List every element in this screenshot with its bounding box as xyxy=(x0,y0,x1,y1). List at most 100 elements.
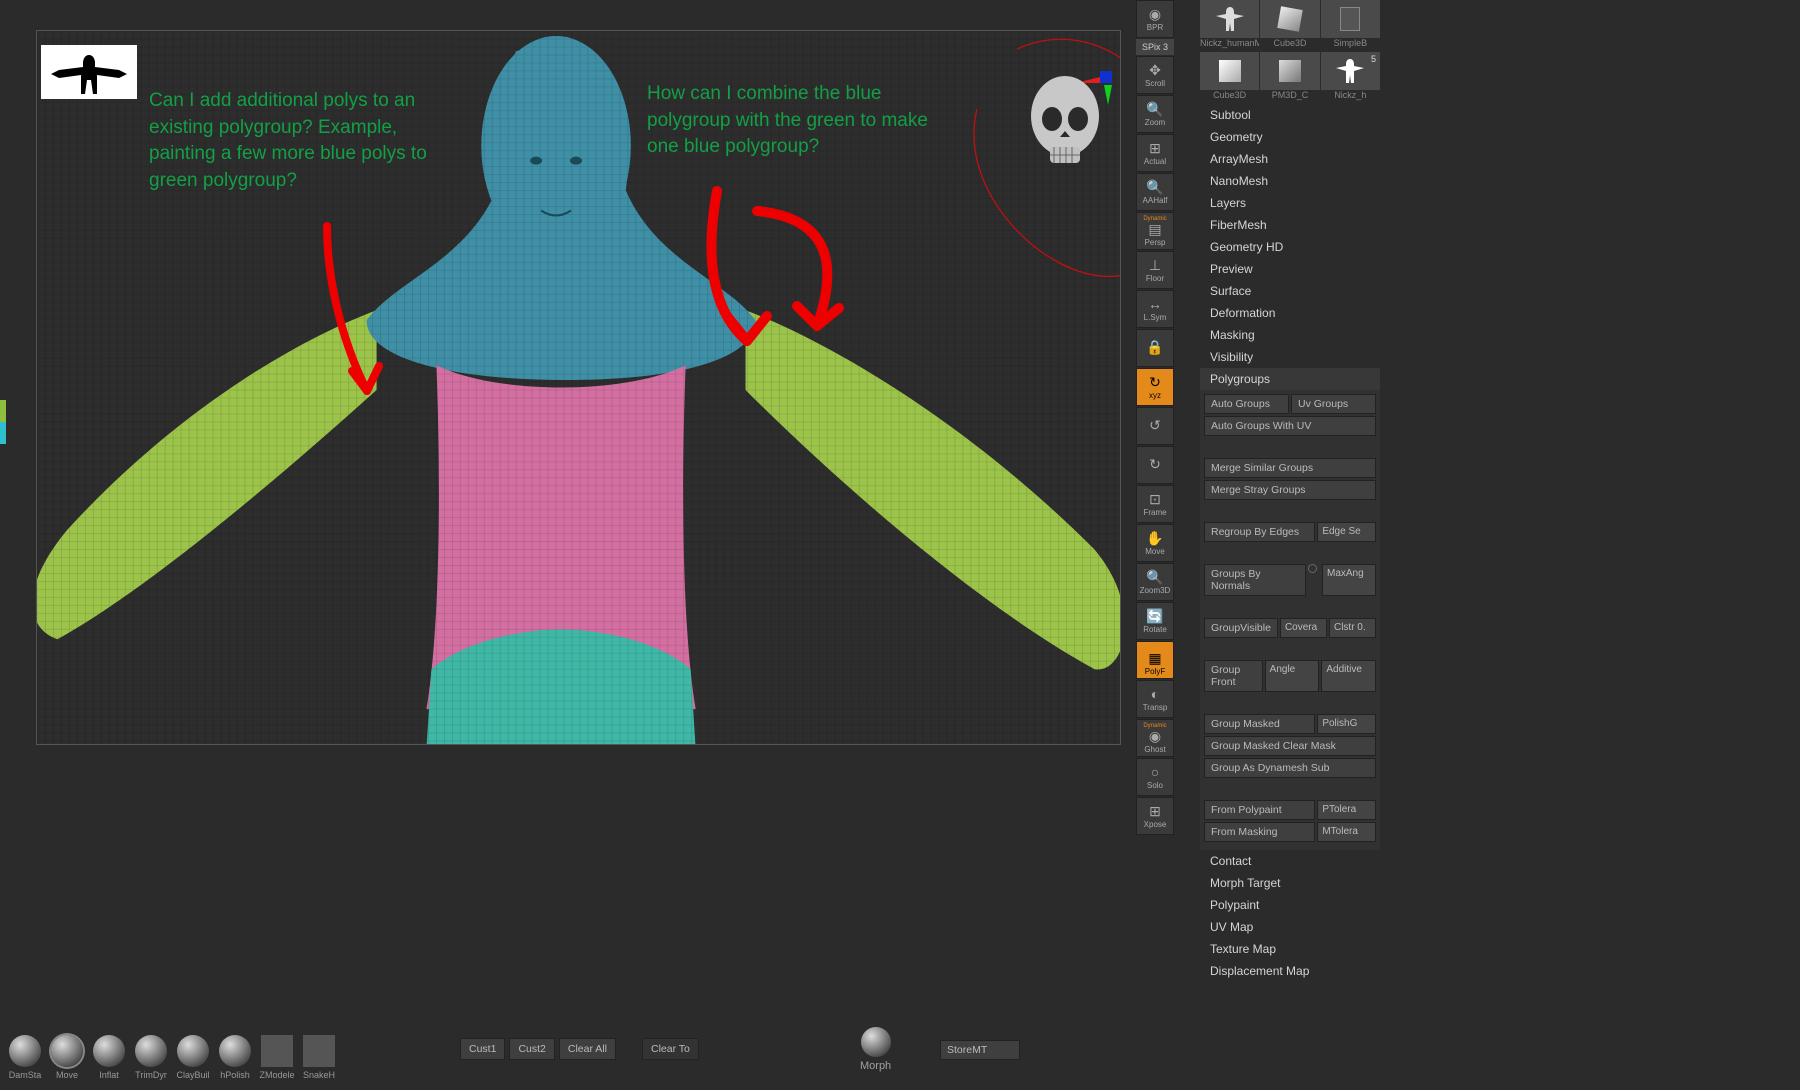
solo-button[interactable]: ○Solo xyxy=(1136,758,1174,796)
subtool-thumb[interactable] xyxy=(1200,0,1259,38)
brush-snakeh[interactable]: SnakeH xyxy=(300,1035,338,1080)
tool-icon: ⊞ xyxy=(1149,141,1161,155)
radio-icon[interactable] xyxy=(1308,564,1317,573)
coverage-slider[interactable]: Covera xyxy=(1280,618,1327,638)
regroup-edges-button[interactable]: Regroup By Edges xyxy=(1204,522,1315,542)
clear-all-button[interactable]: Clear All xyxy=(559,1038,616,1060)
brush-zmodele[interactable]: ZModele xyxy=(258,1035,296,1080)
l-sym-button[interactable]: ↔L.Sym xyxy=(1136,290,1174,328)
zoom-button[interactable]: 🔍Zoom xyxy=(1136,95,1174,133)
brush-claybuil[interactable]: ClayBuil xyxy=(174,1035,212,1080)
brush-inflat[interactable]: Inflat xyxy=(90,1035,128,1080)
section-fibermesh[interactable]: FiberMesh xyxy=(1200,214,1380,236)
section-deformation[interactable]: Deformation xyxy=(1200,302,1380,324)
edge-slider[interactable]: Edge Se xyxy=(1317,522,1376,542)
section-polygroups[interactable]: Polygroups xyxy=(1200,368,1380,390)
section-geometry[interactable]: Geometry xyxy=(1200,126,1380,148)
brush-icon xyxy=(261,1035,293,1067)
bpr-button[interactable]: ◉BPR xyxy=(1136,0,1174,38)
zoom3d-button[interactable]: 🔍Zoom3D xyxy=(1136,563,1174,601)
brush-icon xyxy=(9,1035,41,1067)
group-front-button[interactable]: Group Front xyxy=(1204,660,1263,692)
thumb-label: Cube3D xyxy=(1260,38,1319,52)
clear-to-button[interactable]: Clear To xyxy=(642,1038,699,1060)
section-surface[interactable]: Surface xyxy=(1200,280,1380,302)
cust1-button[interactable]: Cust1 xyxy=(460,1038,505,1060)
clstr-slider[interactable]: Clstr 0. xyxy=(1329,618,1376,638)
group-masked-button[interactable]: Group Masked xyxy=(1204,714,1315,734)
--button[interactable]: 🔒 xyxy=(1136,329,1174,367)
uv-groups-button[interactable]: Uv Groups xyxy=(1291,394,1376,414)
section-displacement-map[interactable]: Displacement Map xyxy=(1200,960,1380,982)
ptolera-slider[interactable]: PTolera xyxy=(1317,800,1376,820)
polyf-button[interactable]: Line Fill▦PolyF xyxy=(1136,641,1174,679)
section-layers[interactable]: Layers xyxy=(1200,192,1380,214)
morph-button[interactable]: Morph xyxy=(860,1027,891,1072)
section-subtool[interactable]: Subtool xyxy=(1200,104,1380,126)
auto-groups-button[interactable]: Auto Groups xyxy=(1204,394,1289,414)
brush-row: DamStaMoveInflatTrimDyrClayBuilhPolishZM… xyxy=(6,1020,338,1080)
tool-icon: ↻ xyxy=(1149,375,1161,389)
group-masked-clear-button[interactable]: Group Masked Clear Mask xyxy=(1204,736,1376,756)
tool-icon: ✋ xyxy=(1146,531,1163,545)
transp-button[interactable]: ◐Transp xyxy=(1136,680,1174,718)
thumb-label: Cube3D xyxy=(1200,90,1259,104)
store-mt-button[interactable]: StoreMT xyxy=(940,1040,1020,1060)
cust2-button[interactable]: Cust2 xyxy=(509,1038,554,1060)
section-arraymesh[interactable]: ArrayMesh xyxy=(1200,148,1380,170)
brush-hpolish[interactable]: hPolish xyxy=(216,1035,254,1080)
subtool-thumb[interactable] xyxy=(1260,0,1319,38)
rotate-button[interactable]: 🔄Rotate xyxy=(1136,602,1174,640)
brush-trimdyr[interactable]: TrimDyr xyxy=(132,1035,170,1080)
section-visibility[interactable]: Visibility xyxy=(1200,346,1380,368)
--button[interactable]: ↺ xyxy=(1136,407,1174,445)
section-preview[interactable]: Preview xyxy=(1200,258,1380,280)
actual-button[interactable]: ⊞Actual xyxy=(1136,134,1174,172)
frame-button[interactable]: ⊡Frame xyxy=(1136,485,1174,523)
merge-stray-button[interactable]: Merge Stray Groups xyxy=(1204,480,1376,500)
auto-groups-uv-button[interactable]: Auto Groups With UV xyxy=(1204,416,1376,436)
xpose-button[interactable]: ⊞Xpose xyxy=(1136,797,1174,835)
section-uv-map[interactable]: UV Map xyxy=(1200,916,1380,938)
angle-slider[interactable]: Angle xyxy=(1265,660,1320,692)
group-visible-button[interactable]: GroupVisible xyxy=(1204,618,1278,638)
section-geometry-hd[interactable]: Geometry HD xyxy=(1200,236,1380,258)
groups-normals-button[interactable]: Groups By Normals xyxy=(1204,564,1306,596)
section-masking[interactable]: Masking xyxy=(1200,324,1380,346)
annotation-right: How can I combine the blue polygroup wit… xyxy=(647,81,947,161)
move-button[interactable]: ✋Move xyxy=(1136,524,1174,562)
section-contact[interactable]: Contact xyxy=(1200,850,1380,872)
group-dynamesh-button[interactable]: Group As Dynamesh Sub xyxy=(1204,758,1376,778)
--button[interactable]: ↻ xyxy=(1136,446,1174,484)
canvas-thumbnail[interactable] xyxy=(41,45,137,99)
ghost-button[interactable]: Dynamic◉Ghost xyxy=(1136,719,1174,757)
mtolera-slider[interactable]: MTolera xyxy=(1317,822,1376,842)
orientation-skull[interactable] xyxy=(1020,71,1110,181)
sphere-icon xyxy=(861,1027,891,1057)
section-nanomesh[interactable]: NanoMesh xyxy=(1200,170,1380,192)
xyz-button[interactable]: ↻xyz xyxy=(1136,368,1174,406)
persp-button[interactable]: Dynamic▤Persp xyxy=(1136,212,1174,250)
from-masking-button[interactable]: From Masking xyxy=(1204,822,1315,842)
additive-button[interactable]: Additive xyxy=(1321,660,1376,692)
from-polypaint-button[interactable]: From Polypaint xyxy=(1204,800,1315,820)
subtool-thumb[interactable]: 5 xyxy=(1321,52,1380,90)
section-texture-map[interactable]: Texture Map xyxy=(1200,938,1380,960)
scroll-button[interactable]: ✥Scroll xyxy=(1136,56,1174,94)
subtool-thumb[interactable] xyxy=(1200,52,1259,90)
polish-slider[interactable]: PolishG xyxy=(1317,714,1376,734)
subtool-thumb[interactable] xyxy=(1321,0,1380,38)
section-polypaint[interactable]: Polypaint xyxy=(1200,894,1380,916)
tool-icon: ⊡ xyxy=(1149,492,1161,506)
tool-icon: 🔄 xyxy=(1146,609,1163,623)
subtool-thumb[interactable] xyxy=(1260,52,1319,90)
brush-damsta[interactable]: DamSta xyxy=(6,1035,44,1080)
brush-move[interactable]: Move xyxy=(48,1035,86,1080)
viewport[interactable]: Can I add additional polys to an existin… xyxy=(36,30,1121,745)
maxang-slider[interactable]: MaxAng xyxy=(1322,564,1376,596)
spix-slider[interactable]: SPix 3 xyxy=(1136,39,1174,55)
floor-button[interactable]: ⊥Floor xyxy=(1136,251,1174,289)
section-morph-target[interactable]: Morph Target xyxy=(1200,872,1380,894)
aahalf-button[interactable]: 🔍AAHalf xyxy=(1136,173,1174,211)
merge-similar-button[interactable]: Merge Similar Groups xyxy=(1204,458,1376,478)
